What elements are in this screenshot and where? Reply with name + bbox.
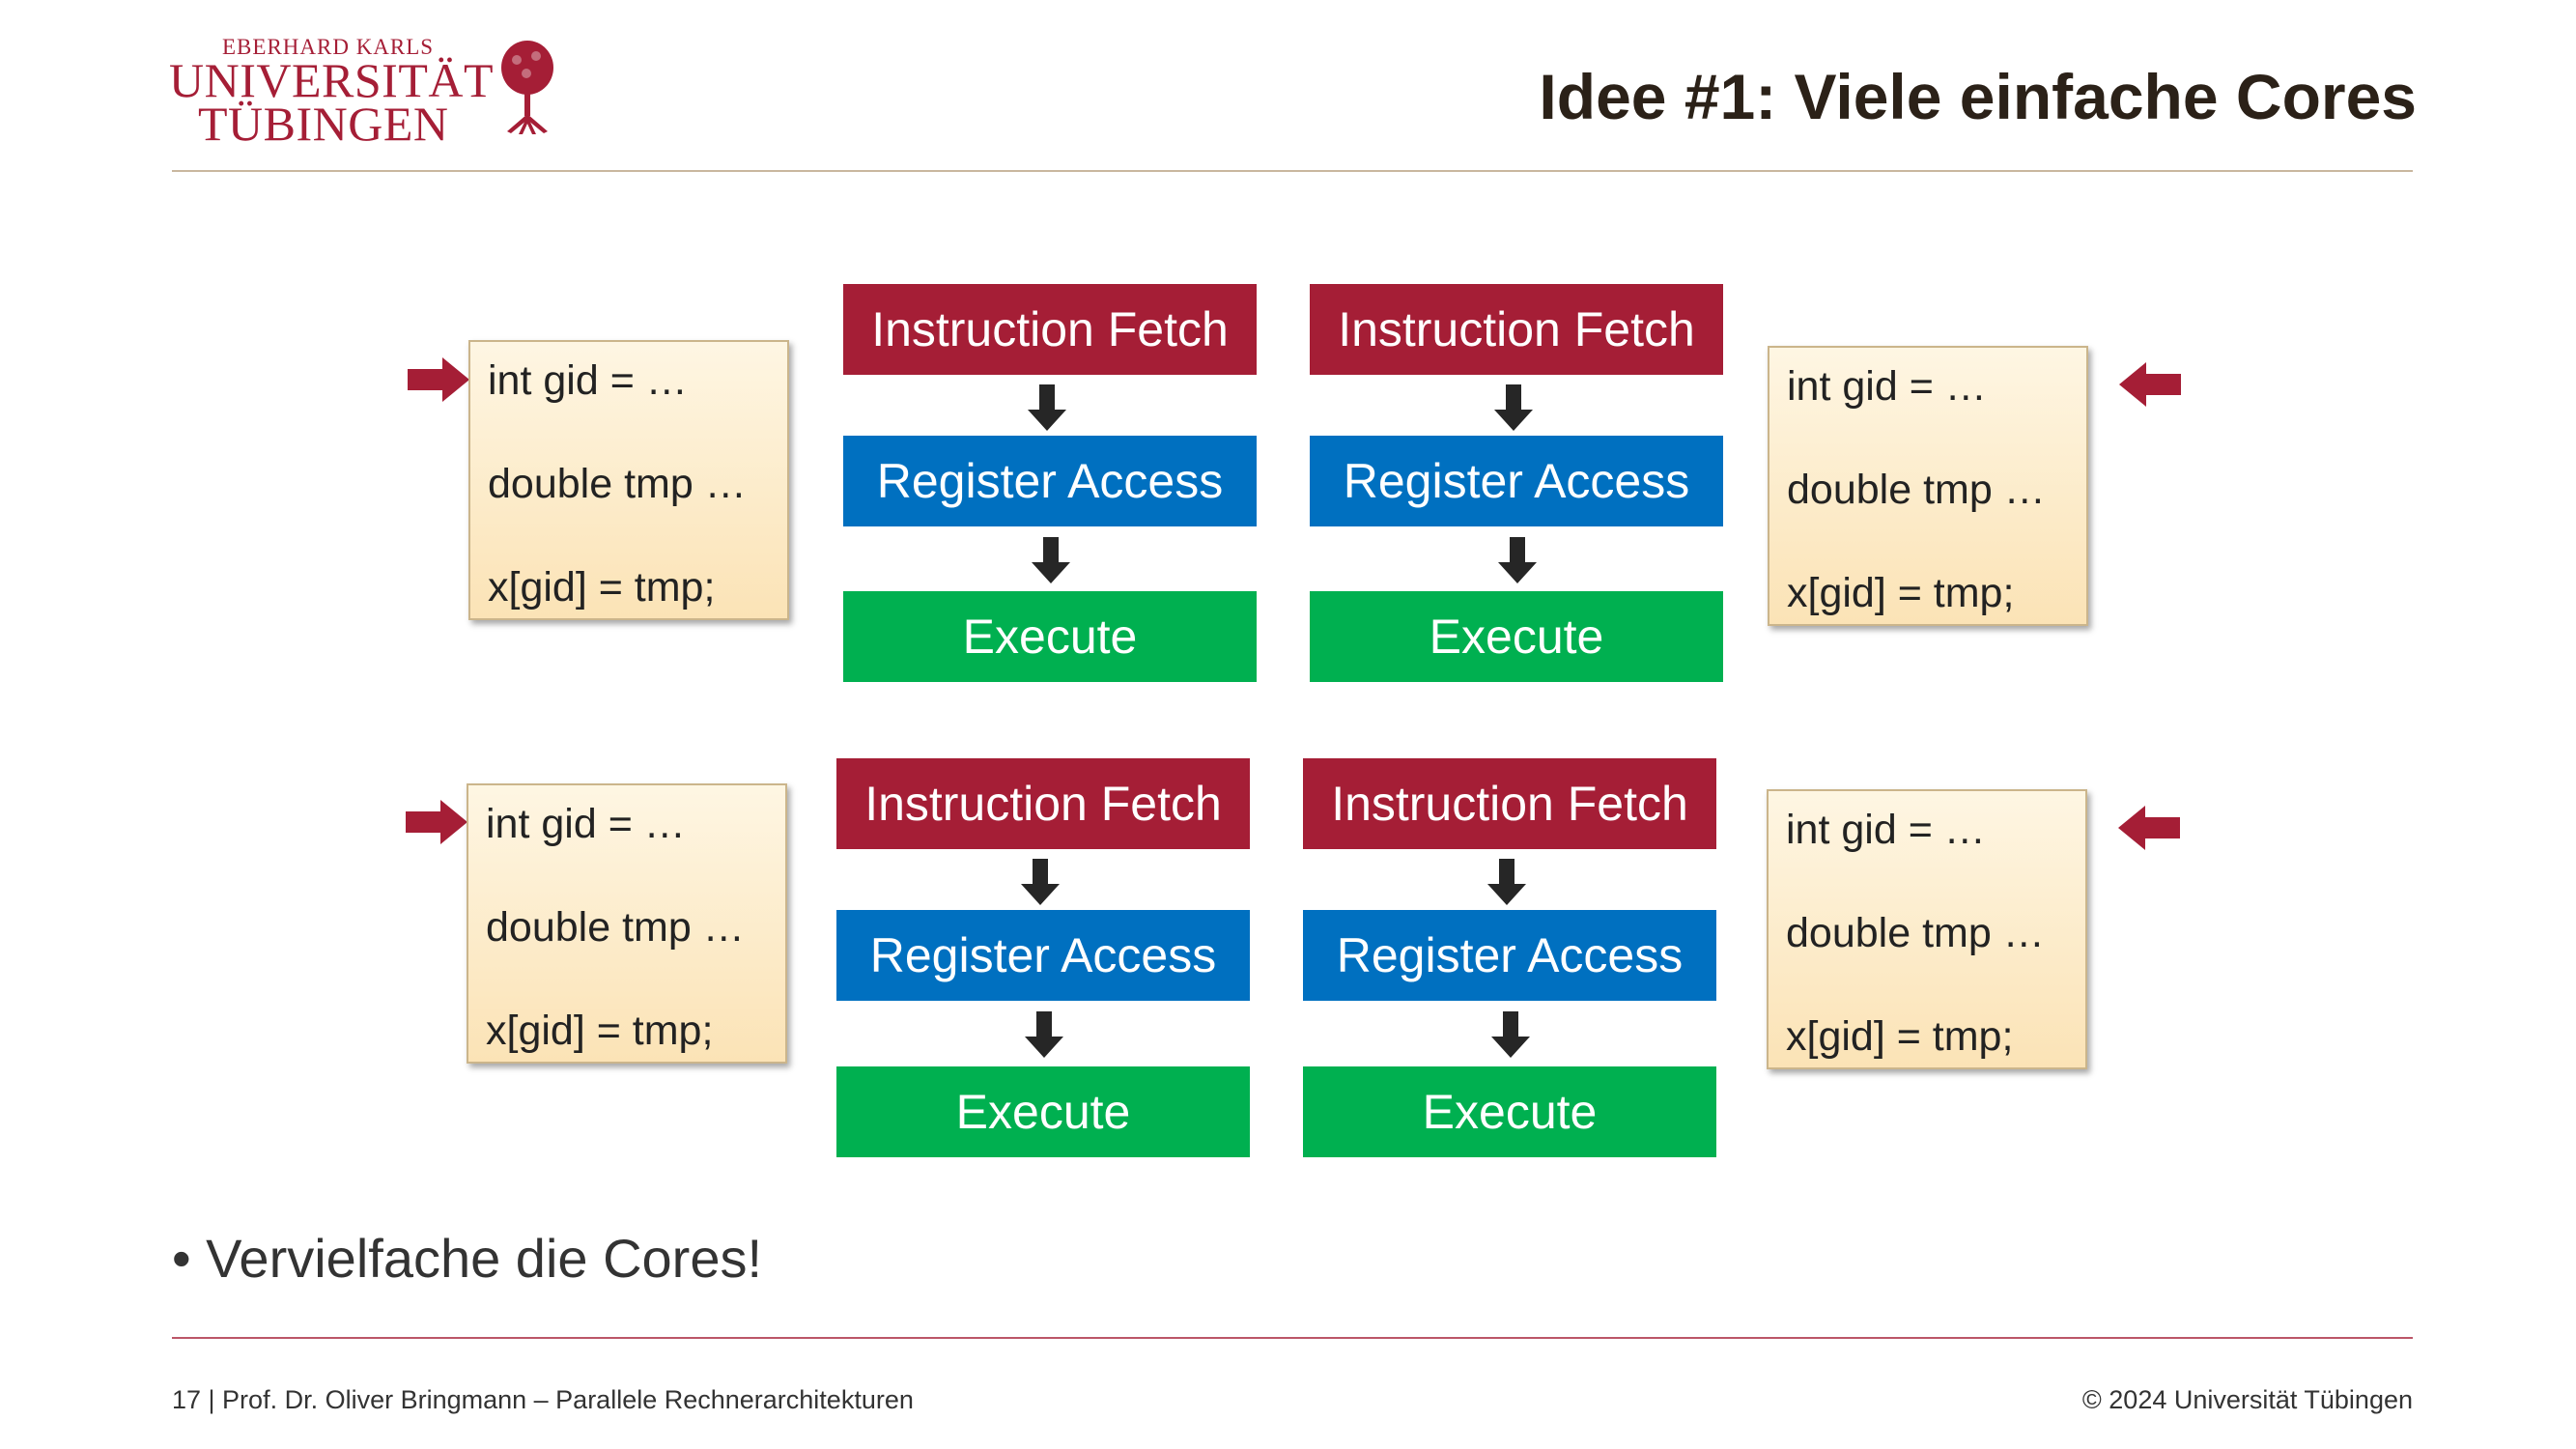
- university-logo: EBERHARD KARLS UNIVERSITÄT TÜBINGEN: [169, 29, 575, 151]
- pointer-arrow-right-icon: [408, 357, 469, 402]
- footer-copyright: © 2024 Universität Tübingen: [2081, 1385, 2413, 1414]
- register-access-block: Register Access: [836, 910, 1250, 1001]
- code-line: int gid = …: [1787, 363, 1987, 410]
- code-line: double tmp …: [488, 461, 747, 507]
- code-line: double tmp …: [486, 904, 745, 951]
- register-access-block: Register Access: [1310, 436, 1723, 526]
- bullet-point: • Vervielfache die Cores!: [172, 1228, 763, 1289]
- execute-block: Execute: [1310, 591, 1723, 682]
- pointer-arrow-right-icon: [406, 800, 467, 844]
- code-box-left-top: int gid = … double tmp … x[gid] = tmp;: [468, 340, 789, 620]
- header-divider: [172, 170, 2413, 172]
- bullet-text: Vervielfache die Cores!: [206, 1228, 763, 1289]
- down-arrow-icon: [1494, 384, 1533, 431]
- register-access-block: Register Access: [1303, 910, 1716, 1001]
- code-line: x[gid] = tmp;: [486, 1008, 714, 1054]
- tree-emblem-icon: [501, 41, 553, 134]
- code-line: int gid = …: [488, 357, 688, 404]
- down-arrow-icon: [1487, 859, 1526, 905]
- down-arrow-icon: [1028, 384, 1066, 431]
- footer-lecture-info: 17 | Prof. Dr. Oliver Bringmann – Parall…: [172, 1385, 914, 1414]
- instruction-fetch-block: Instruction Fetch: [836, 758, 1250, 849]
- page-title: Idee #1: Viele einfache Cores: [1539, 61, 2417, 132]
- code-box-right-bottom: int gid = … double tmp … x[gid] = tmp;: [1767, 789, 2087, 1069]
- down-arrow-icon: [1032, 537, 1070, 583]
- code-line: double tmp …: [1787, 467, 2046, 513]
- down-arrow-icon: [1021, 859, 1060, 905]
- instruction-fetch-block: Instruction Fetch: [843, 284, 1257, 375]
- pointer-arrow-left-icon: [2118, 806, 2180, 850]
- execute-block: Execute: [843, 591, 1257, 682]
- down-arrow-icon: [1498, 537, 1537, 583]
- execute-block: Execute: [836, 1066, 1250, 1157]
- code-line: x[gid] = tmp;: [1787, 570, 2015, 616]
- footer-divider: [172, 1337, 2413, 1339]
- code-box-left-bottom: int gid = … double tmp … x[gid] = tmp;: [467, 783, 787, 1064]
- register-access-block: Register Access: [843, 436, 1257, 526]
- down-arrow-icon: [1025, 1011, 1063, 1058]
- execute-block: Execute: [1303, 1066, 1716, 1157]
- instruction-fetch-block: Instruction Fetch: [1310, 284, 1723, 375]
- code-line: double tmp …: [1786, 910, 2045, 956]
- instruction-fetch-block: Instruction Fetch: [1303, 758, 1716, 849]
- code-line: int gid = …: [486, 801, 686, 847]
- code-line: int gid = …: [1786, 807, 1986, 853]
- code-box-right-top: int gid = … double tmp … x[gid] = tmp;: [1768, 346, 2088, 626]
- pointer-arrow-left-icon: [2119, 362, 2181, 407]
- logo-line-3: TÜBINGEN: [198, 97, 449, 151]
- code-line: x[gid] = tmp;: [488, 564, 716, 611]
- code-line: x[gid] = tmp;: [1786, 1013, 2014, 1060]
- down-arrow-icon: [1491, 1011, 1530, 1058]
